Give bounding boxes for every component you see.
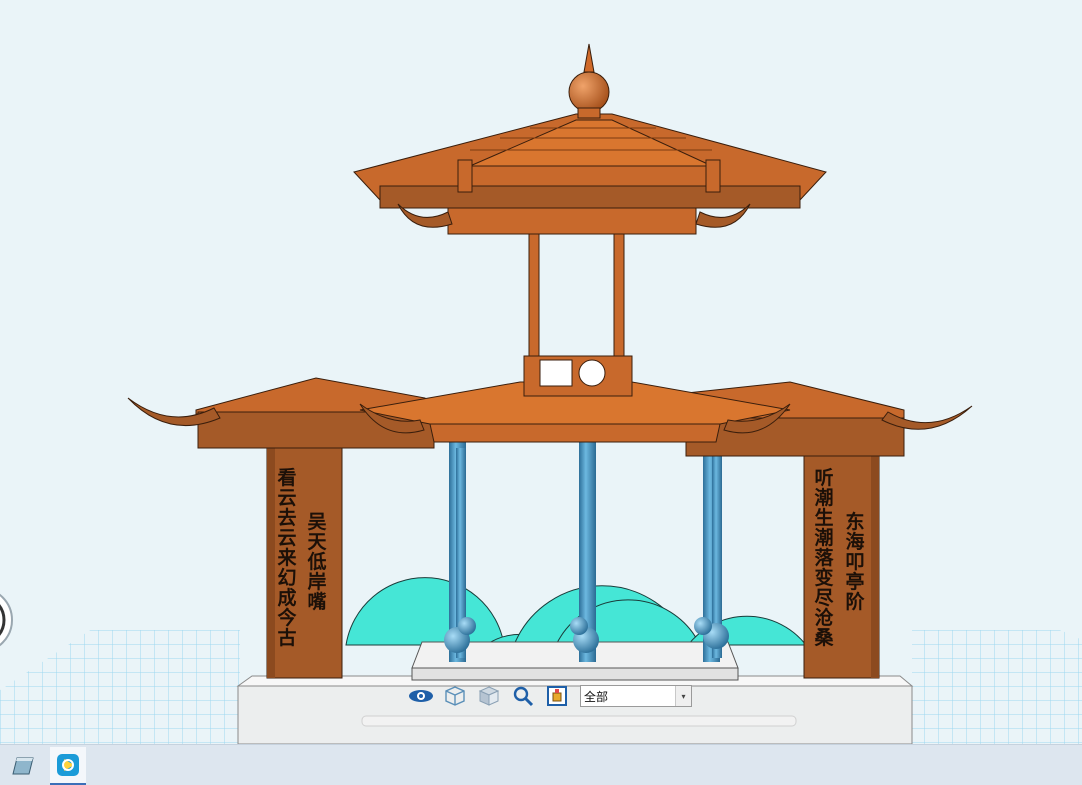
taskbar — [0, 744, 1082, 785]
component-icon — [547, 686, 567, 706]
wire-cube-icon — [445, 686, 465, 706]
couplet-right-outer: 听潮生潮落 变尽沧桑 — [814, 467, 834, 649]
solid-view-button[interactable] — [472, 683, 506, 709]
solid-cube-icon — [478, 686, 500, 706]
view-toolbar: 全部 ▾ — [404, 683, 692, 709]
couplet-right-inner: 东海叩亭阶 — [845, 511, 865, 613]
upper-structure — [523, 231, 633, 397]
couplet-left-inner: 吴天低岸嘴 — [307, 511, 327, 613]
view-cube-widget[interactable] — [0, 588, 13, 652]
upper-roof — [353, 43, 827, 235]
media-app-icon — [57, 754, 79, 776]
view-eye-button[interactable] — [404, 683, 438, 709]
notebook-icon — [12, 757, 34, 775]
3d-viewport[interactable]: 看云去云来 幻成今古 吴天低岸嘴 听潮生潮落 变尽沧桑 东海叩亭阶 — [0, 0, 1082, 744]
couplet-left-outer: 看云去云来 幻成今古 — [277, 467, 297, 649]
zoom-button[interactable] — [506, 683, 540, 709]
component-button[interactable] — [540, 683, 574, 709]
eye-icon — [409, 690, 433, 702]
taskbar-notes-app[interactable] — [4, 747, 40, 783]
taskbar-active-app[interactable] — [50, 747, 86, 785]
filter-dropdown[interactable]: 全部 ▾ — [580, 685, 692, 707]
magnifier-icon — [513, 686, 534, 707]
wireframe-view-button[interactable] — [438, 683, 472, 709]
chevron-down-icon[interactable]: ▾ — [675, 686, 691, 706]
filter-selected-value: 全部 — [584, 689, 609, 704]
pavilion-scene — [0, 43, 1082, 744]
